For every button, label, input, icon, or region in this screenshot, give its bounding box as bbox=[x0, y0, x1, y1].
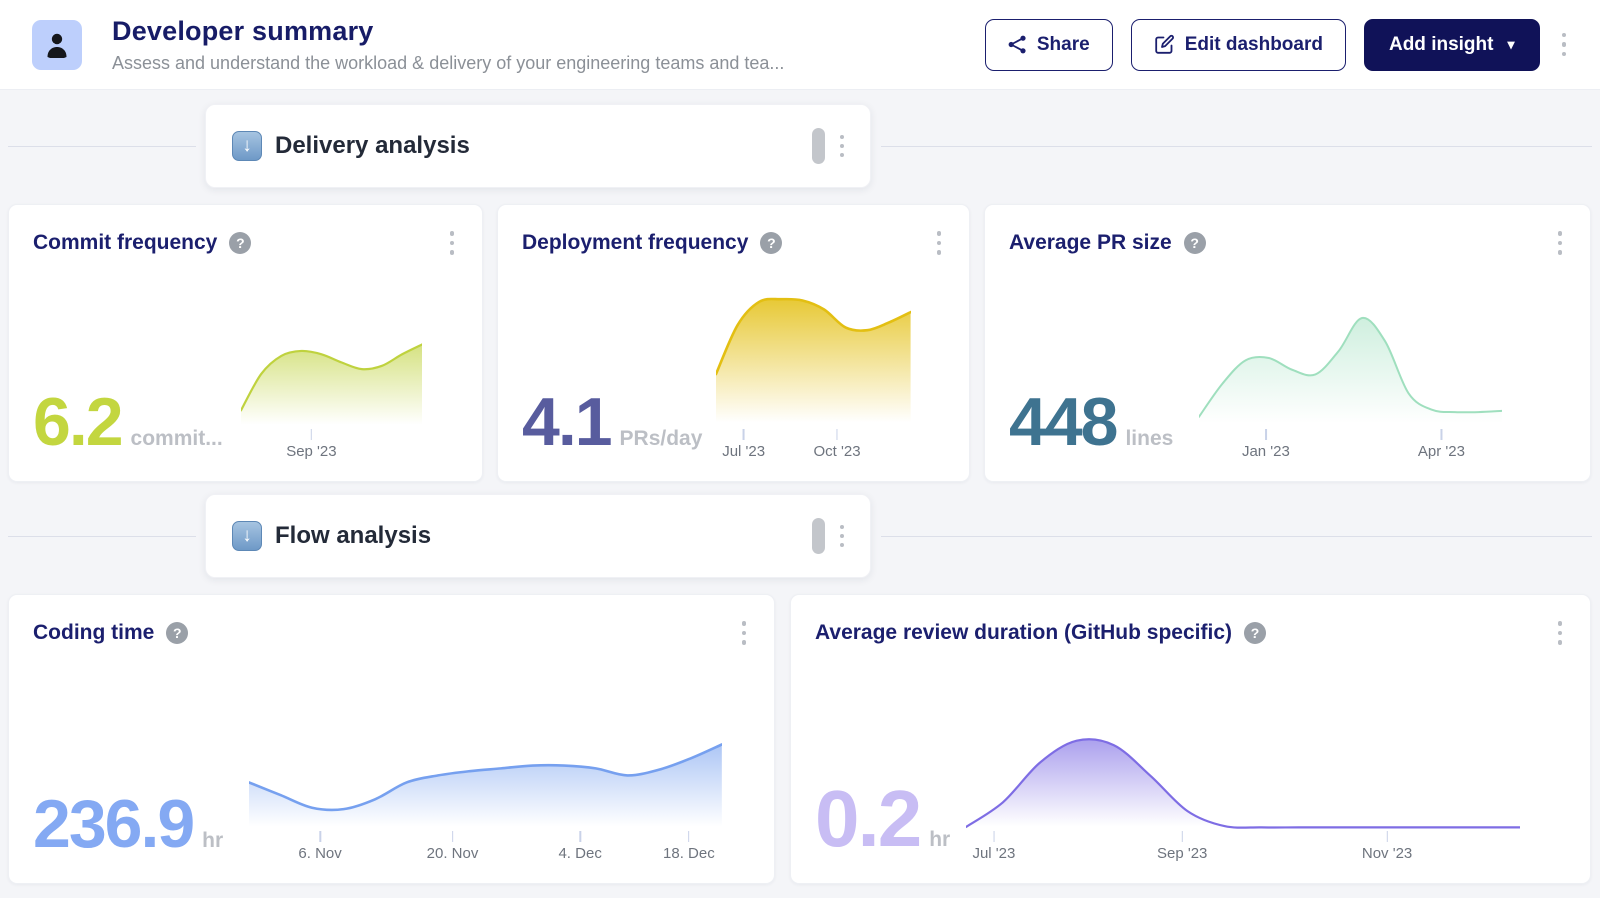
chart-area: 6. Nov 20. Nov 4. Dec 18. Dec bbox=[249, 739, 750, 865]
axis-tick-label: 18. Dec bbox=[663, 831, 715, 862]
axis-tick-label: 6. Nov bbox=[298, 831, 341, 862]
metric-value: 0.2 bbox=[815, 783, 920, 855]
axis-tick-label: Sep '23 bbox=[1157, 831, 1207, 862]
commit-frequency-sparkline bbox=[241, 339, 422, 429]
axis-tick-label: Jul '23 bbox=[722, 429, 765, 460]
metric-unit: lines bbox=[1125, 427, 1173, 451]
section-menu-kebab-icon[interactable] bbox=[836, 131, 848, 161]
card-menu-kebab-icon[interactable] bbox=[933, 227, 946, 259]
share-label: Share bbox=[1037, 34, 1090, 56]
topbar-actions: Share Edit dashboard Add insight ▾ bbox=[985, 19, 1570, 71]
metric-value-row: 236.9 hr bbox=[33, 794, 223, 865]
drag-handle[interactable] bbox=[812, 128, 825, 164]
delivery-cards-row: Commit frequency ? 6.2 commit... Sep '23… bbox=[8, 204, 1591, 482]
add-insight-button[interactable]: Add insight ▾ bbox=[1364, 19, 1540, 71]
metric-value: 6.2 bbox=[33, 392, 122, 453]
card-title: Commit frequency bbox=[33, 231, 217, 255]
card-menu-kebab-icon[interactable] bbox=[1554, 617, 1567, 649]
help-icon[interactable]: ? bbox=[1184, 232, 1206, 254]
divider bbox=[8, 146, 196, 147]
dashboard-avatar bbox=[32, 20, 82, 70]
axis-tick-label: Apr '23 bbox=[1418, 429, 1465, 460]
drag-handle[interactable] bbox=[812, 518, 825, 554]
card-average-pr-size: Average PR size ? 448 lines Jan '23 Apr '… bbox=[984, 204, 1591, 482]
metric-value-row: 448 lines bbox=[1009, 392, 1173, 463]
card-title: Deployment frequency bbox=[522, 231, 748, 255]
chart-area: Sep '23 bbox=[241, 339, 458, 463]
dashboard-content: ↓ Delivery analysis Commit frequency ? 6… bbox=[0, 90, 1600, 884]
metric-unit: hr bbox=[929, 828, 950, 852]
section-header-delivery: ↓ Delivery analysis bbox=[205, 104, 871, 188]
help-icon[interactable]: ? bbox=[1244, 622, 1266, 644]
metric-value: 236.9 bbox=[33, 794, 193, 855]
axis-tick-label: Oct '23 bbox=[814, 429, 861, 460]
add-insight-label: Add insight bbox=[1389, 34, 1493, 56]
card-title: Coding time bbox=[33, 621, 154, 645]
x-axis-ticks: Jan '23 Apr '23 bbox=[1199, 429, 1502, 463]
title-block: Developer summary Assess and understand … bbox=[112, 16, 784, 74]
edit-dashboard-button[interactable]: Edit dashboard bbox=[1131, 19, 1346, 71]
card-average-review-duration: Average review duration (GitHub specific… bbox=[790, 594, 1591, 884]
arrow-down-emoji-icon: ↓ bbox=[232, 521, 262, 551]
card-title: Average review duration (GitHub specific… bbox=[815, 621, 1232, 645]
dashboard-header: Developer summary Assess and understand … bbox=[0, 0, 1600, 90]
metric-value-row: 6.2 commit... bbox=[33, 392, 223, 463]
section-header-flow: ↓ Flow analysis bbox=[205, 494, 871, 578]
section-row-delivery: ↓ Delivery analysis bbox=[8, 104, 1592, 188]
page-subtitle: Assess and understand the workload & del… bbox=[112, 53, 784, 74]
x-axis-ticks: Sep '23 bbox=[241, 429, 422, 463]
arrow-down-emoji-icon: ↓ bbox=[232, 131, 262, 161]
chart-area: Jan '23 Apr '23 bbox=[1199, 311, 1566, 463]
metric-value: 448 bbox=[1009, 392, 1116, 453]
section-title: Delivery analysis bbox=[275, 132, 470, 160]
card-menu-kebab-icon[interactable] bbox=[738, 617, 751, 649]
chart-area: Jul '23 Oct '23 bbox=[716, 291, 945, 463]
card-deployment-frequency: Deployment frequency ? 4.1 PRs/day Jul '… bbox=[497, 204, 970, 482]
card-title: Average PR size bbox=[1009, 231, 1172, 255]
metric-value-row: 0.2 hr bbox=[815, 783, 950, 865]
page-title: Developer summary bbox=[112, 16, 784, 47]
dashboard-menu-kebab-icon[interactable] bbox=[1558, 29, 1571, 61]
divider bbox=[8, 536, 196, 537]
metric-value-row: 4.1 PRs/day bbox=[522, 392, 702, 463]
share-icon bbox=[1008, 35, 1027, 54]
x-axis-ticks: Jul '23 Oct '23 bbox=[716, 429, 911, 463]
edit-dashboard-label: Edit dashboard bbox=[1185, 34, 1323, 56]
section-row-flow: ↓ Flow analysis bbox=[8, 494, 1592, 578]
chart-area: Jul '23 Sep '23 Nov '23 bbox=[966, 735, 1566, 865]
card-menu-kebab-icon[interactable] bbox=[1554, 227, 1567, 259]
metric-unit: PRs/day bbox=[620, 427, 703, 451]
metric-unit: hr bbox=[202, 829, 223, 853]
help-icon[interactable]: ? bbox=[760, 232, 782, 254]
axis-tick-label: Nov '23 bbox=[1362, 831, 1412, 862]
divider bbox=[881, 536, 1592, 537]
axis-tick-label: Jul '23 bbox=[972, 831, 1015, 862]
x-axis-ticks: 6. Nov 20. Nov 4. Dec 18. Dec bbox=[249, 831, 722, 865]
x-axis-ticks: Jul '23 Sep '23 Nov '23 bbox=[966, 831, 1520, 865]
axis-tick-label: Jan '23 bbox=[1242, 429, 1290, 460]
card-menu-kebab-icon[interactable] bbox=[446, 227, 459, 259]
section-menu-kebab-icon[interactable] bbox=[836, 521, 848, 551]
metric-value: 4.1 bbox=[522, 392, 611, 453]
person-icon bbox=[44, 31, 70, 59]
help-icon[interactable]: ? bbox=[229, 232, 251, 254]
divider bbox=[881, 146, 1592, 147]
metric-unit: commit... bbox=[131, 427, 223, 451]
average-pr-size-sparkline bbox=[1199, 311, 1502, 429]
card-commit-frequency: Commit frequency ? 6.2 commit... Sep '23 bbox=[8, 204, 483, 482]
coding-time-sparkline bbox=[249, 739, 722, 831]
share-button[interactable]: Share bbox=[985, 19, 1113, 71]
axis-tick-label: 20. Nov bbox=[427, 831, 479, 862]
section-title: Flow analysis bbox=[275, 522, 431, 550]
deployment-frequency-sparkline bbox=[716, 291, 911, 429]
help-icon[interactable]: ? bbox=[166, 622, 188, 644]
axis-tick-label: Sep '23 bbox=[286, 429, 336, 460]
average-review-duration-sparkline bbox=[966, 735, 1520, 831]
card-coding-time: Coding time ? 236.9 hr 6. Nov 20. Nov 4. D… bbox=[8, 594, 775, 884]
flow-cards-row: Coding time ? 236.9 hr 6. Nov 20. Nov 4. D… bbox=[8, 594, 1591, 884]
chevron-down-icon: ▾ bbox=[1507, 36, 1514, 53]
axis-tick-label: 4. Dec bbox=[558, 831, 601, 862]
edit-icon bbox=[1154, 34, 1175, 55]
